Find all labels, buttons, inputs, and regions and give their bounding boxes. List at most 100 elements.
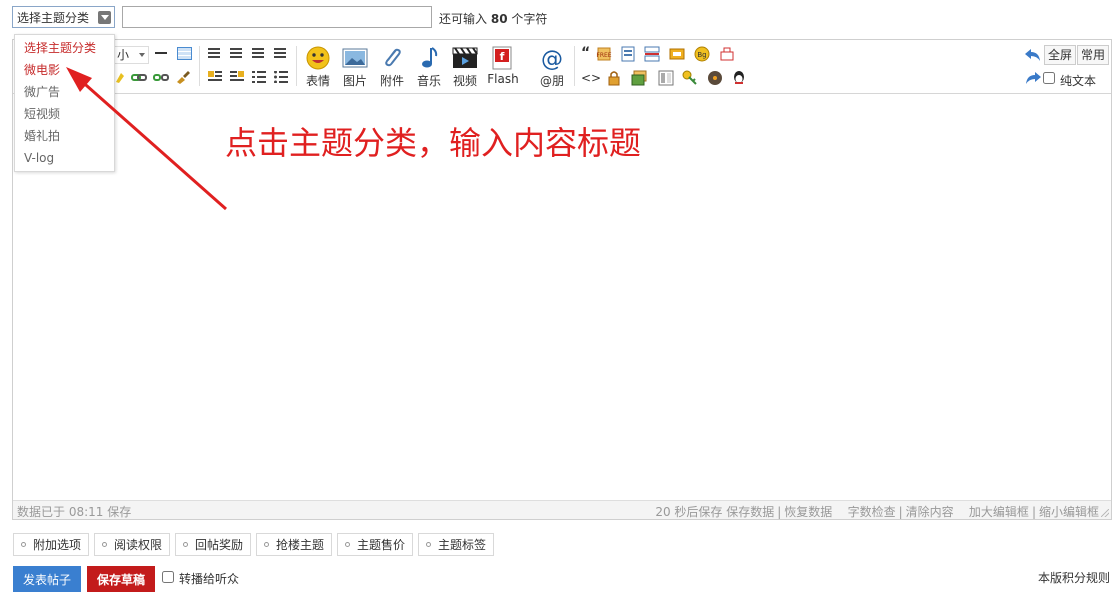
option-tab-thread-price[interactable]: 主题售价 [337, 533, 414, 556]
char-count-hint: 还可输入 80 个字符 [439, 12, 548, 26]
common-button[interactable]: 常用 [1077, 45, 1110, 65]
table-icon[interactable] [177, 47, 192, 60]
gallery-icon[interactable] [631, 70, 647, 86]
category-dropdown: 选择主题分类 微电影 微广告 短视频 婚礼拍 V-log [14, 34, 115, 172]
attachment-button[interactable]: 附件 [377, 46, 407, 89]
svg-text:Bg: Bg [697, 51, 706, 59]
password-icon[interactable] [669, 46, 685, 62]
clear-content-link[interactable]: 清除内容 [906, 505, 954, 519]
lock-icon[interactable] [607, 70, 621, 86]
char-count: 80 [490, 12, 508, 26]
shrink-editor-link[interactable]: 缩小编辑框 [1039, 505, 1099, 519]
word-check-link[interactable]: 字数检查 [848, 505, 896, 519]
image-icon [342, 46, 368, 70]
plain-text-checkbox[interactable] [1043, 72, 1055, 84]
category-select[interactable]: 选择主题分类 [12, 6, 115, 28]
relay-label: 转播给听众 [179, 572, 240, 586]
bullet-icon [21, 542, 26, 547]
music-note-icon [416, 46, 442, 70]
save-data-link[interactable]: 保存数据 [726, 505, 774, 519]
free-icon[interactable]: FREE [596, 46, 612, 62]
option-tab-floor-grab[interactable]: 抢楼主题 [256, 533, 333, 556]
publish-button[interactable]: 发表帖子 [13, 566, 81, 592]
music-button[interactable]: 音乐 [414, 46, 444, 89]
chevron-down-icon [139, 53, 145, 57]
plain-text-label: 纯文本 [1060, 74, 1097, 88]
option-tab-read-permission[interactable]: 阅读权限 [94, 533, 171, 556]
align-right-icon[interactable] [274, 48, 286, 59]
category-option[interactable]: 微广告 [15, 81, 114, 103]
audio-disc-icon[interactable] [707, 70, 723, 86]
flash-icon: f [490, 46, 516, 70]
toolbar-separator [199, 46, 200, 86]
option-tab-reply-reward[interactable]: 回帖奖励 [175, 533, 252, 556]
category-select-value: 选择主题分类 [17, 10, 90, 25]
bullet-icon [102, 542, 107, 547]
editor-toolbar: 小 表情 图片 附件 音乐 视频 f Flash @ @朋 “ FREE Bg … [13, 40, 1111, 94]
relay-checkbox[interactable] [162, 571, 174, 583]
float-right-icon[interactable] [230, 71, 245, 84]
layout-icon[interactable] [658, 70, 674, 86]
code-icon[interactable]: <> [581, 72, 601, 85]
restore-data-link[interactable]: 恢复数据 [784, 505, 832, 519]
align-justify-icon[interactable] [252, 48, 264, 59]
svg-text:FREE: FREE [596, 52, 611, 59]
enlarge-editor-link[interactable]: 加大编辑框 [969, 505, 1029, 519]
autosave-text: 20 秒后保存 [655, 505, 723, 519]
svg-text:f: f [500, 50, 505, 63]
bullet-icon [345, 542, 350, 547]
page-break-icon[interactable] [644, 46, 660, 62]
image-button[interactable]: 图片 [340, 46, 370, 89]
toolbar-separator [574, 46, 575, 86]
clear-format-icon[interactable] [175, 70, 190, 84]
mention-button[interactable]: @ @朋 [537, 46, 567, 89]
bg-icon[interactable]: Bg [694, 46, 710, 62]
category-option[interactable]: 婚礼拍 [15, 125, 114, 147]
align-left-icon[interactable] [208, 48, 220, 59]
svg-text:@: @ [541, 47, 563, 70]
align-center-icon[interactable] [230, 48, 242, 59]
paperclip-icon [379, 46, 405, 70]
unordered-list-icon[interactable] [274, 70, 289, 84]
clapperboard-icon [452, 46, 478, 70]
unlink-icon[interactable] [153, 71, 169, 84]
undo-icon[interactable] [1024, 48, 1042, 65]
emoticon-button[interactable]: 表情 [303, 46, 333, 89]
points-rules-link[interactable]: 本版积分规则 [1038, 569, 1110, 586]
page-icon[interactable] [621, 46, 635, 62]
fullscreen-button[interactable]: 全屏 [1044, 45, 1077, 65]
hide-icon[interactable] [719, 46, 735, 62]
qq-icon[interactable] [731, 70, 747, 86]
highlight-icon[interactable] [113, 71, 128, 84]
dropdown-arrow-icon[interactable] [98, 11, 111, 24]
category-option[interactable]: 微电影 [15, 59, 114, 81]
key-icon[interactable] [682, 70, 698, 86]
float-left-icon[interactable] [208, 71, 223, 84]
save-draft-button[interactable]: 保存草稿 [87, 566, 155, 592]
category-option[interactable]: 选择主题分类 [15, 37, 114, 59]
annotation-text: 点击主题分类，输入内容标题 [225, 124, 642, 162]
at-sign-icon: @ [539, 46, 565, 72]
bullet-icon [183, 542, 188, 547]
option-tab-thread-tags[interactable]: 主题标签 [418, 533, 495, 556]
font-size-select[interactable]: 小 [113, 46, 149, 64]
horizontal-rule-icon[interactable] [155, 52, 167, 54]
category-option[interactable]: V-log [15, 147, 114, 169]
video-button[interactable]: 视频 [450, 46, 480, 89]
resize-grip-icon[interactable] [1101, 509, 1109, 517]
redo-icon[interactable] [1024, 71, 1042, 88]
category-option[interactable]: 短视频 [15, 103, 114, 125]
saved-time-text: 数据已于 08:11 保存 [17, 505, 132, 519]
option-tab-extra[interactable]: 附加选项 [13, 533, 90, 556]
flash-button[interactable]: f Flash [486, 46, 520, 86]
smiley-icon [305, 46, 331, 70]
link-icon[interactable] [131, 71, 147, 84]
bullet-icon [426, 542, 431, 547]
bullet-icon [264, 542, 269, 547]
toolbar-separator [296, 46, 297, 86]
ordered-list-icon[interactable] [252, 71, 267, 84]
editor: 小 表情 图片 附件 音乐 视频 f Flash @ @朋 “ FREE Bg … [12, 39, 1112, 520]
quote-icon[interactable]: “ [581, 46, 596, 61]
editor-status-bar: 数据已于 08:11 保存 20 秒后保存 保存数据 | 恢复数据 字数检查 | 清除内… [13, 500, 1111, 519]
title-input[interactable] [122, 6, 432, 28]
